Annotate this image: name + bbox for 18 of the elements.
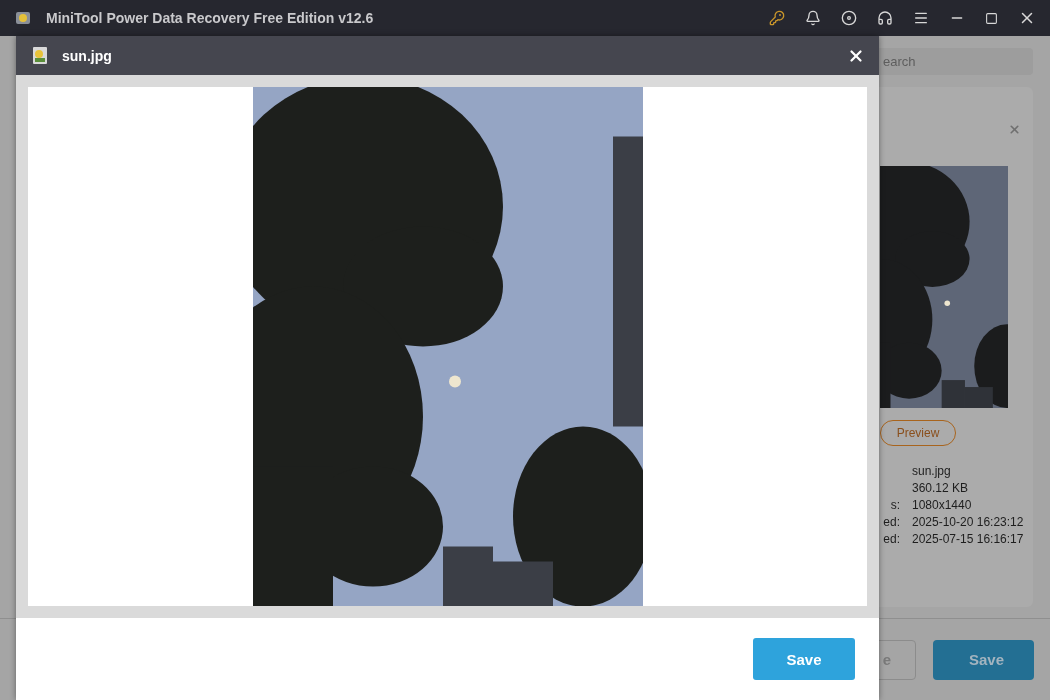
detail-value: 2025-10-20 16:23:12 (912, 515, 1024, 529)
detail-value: sun.jpg (912, 464, 952, 478)
menu-icon[interactable] (913, 10, 929, 26)
detail-value: 2025-07-15 16:16:17 (912, 532, 1024, 546)
save-button[interactable]: Save (753, 638, 855, 680)
disc-icon[interactable] (841, 10, 857, 26)
detail-label: s: (889, 498, 900, 512)
maximize-icon[interactable] (985, 11, 998, 25)
window-title: MiniTool Power Data Recovery Free Edition v12.6 (46, 10, 375, 26)
detail-label: ed: (882, 515, 900, 529)
save-button[interactable]: Save (933, 639, 1034, 680)
headphones-icon[interactable] (877, 10, 893, 26)
bell-icon[interactable] (805, 10, 821, 26)
dialog-title: sun.jpg (62, 47, 113, 64)
detail-value: 360.12 KB (912, 481, 970, 495)
detail-label: ed: (882, 532, 900, 546)
detail-value: 1080x1440 (912, 498, 973, 512)
key-icon[interactable] (769, 10, 785, 26)
